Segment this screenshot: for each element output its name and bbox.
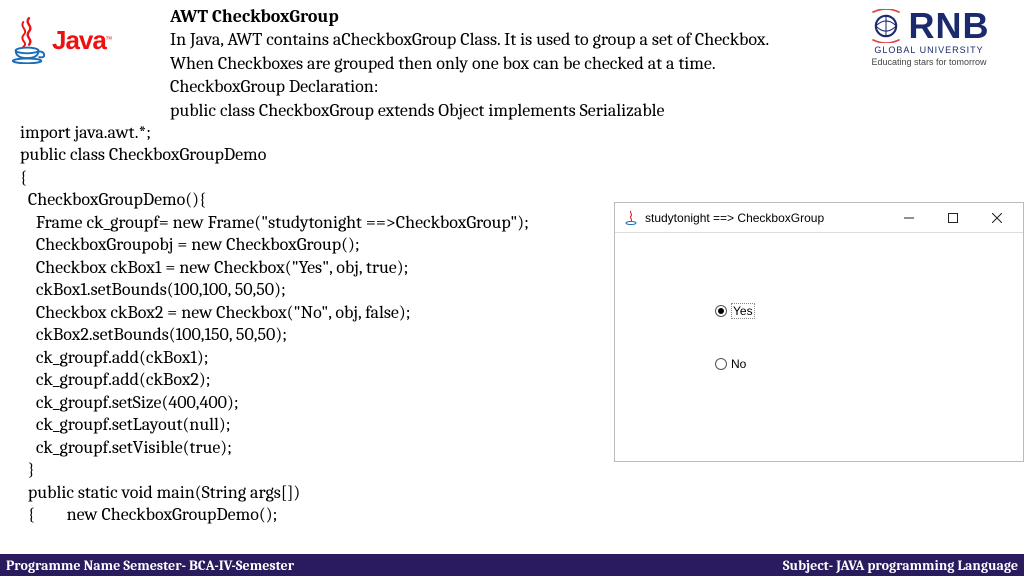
footer-right: Subject- JAVA programming Language [783,557,1018,574]
intro-line: CheckboxGroup Declaration: [170,75,834,98]
header-row: Java™ AWT CheckboxGroup In Java, AWT con… [0,0,1024,122]
radio-group: Yes No [615,233,1023,371]
rnb-name: RNB [909,5,990,47]
java-app-icon [623,210,639,226]
radio-label-no: No [731,357,746,371]
rnb-logo: RNB GLOBAL UNIVERSITY Educating stars fo… [844,5,1014,67]
footer-left: Programme Name Semester- BCA-IV-Semester [6,557,294,574]
intro-line: In Java, AWT contains aCheckboxGroup Cla… [170,28,834,51]
java-logo: Java™ [10,10,115,70]
close-icon [992,213,1002,223]
maximize-button[interactable] [931,204,975,232]
java-cup-icon [10,16,48,64]
demo-window: studytonight ==> CheckboxGroup Yes No [614,202,1024,462]
radio-label-yes: Yes [731,303,755,319]
window-title: studytonight ==> CheckboxGroup [645,211,887,225]
minimize-icon [904,213,914,223]
radio-button-icon [715,305,727,317]
intro-title: AWT CheckboxGroup [170,5,834,28]
rnb-globe-icon [869,9,903,43]
maximize-icon [948,213,958,223]
radio-button-icon [715,358,727,370]
titlebar: studytonight ==> CheckboxGroup [615,203,1023,233]
intro-line: When Checkboxes are grouped then only on… [170,52,834,75]
close-button[interactable] [975,204,1019,232]
intro-text: AWT CheckboxGroup In Java, AWT contains … [160,5,844,122]
footer-bar: Programme Name Semester- BCA-IV-Semester… [0,554,1024,576]
minimize-button[interactable] [887,204,931,232]
radio-no[interactable]: No [715,357,1023,371]
java-wordmark: Java™ [52,25,112,56]
intro-line: public class CheckboxGroup extends Objec… [170,99,834,122]
radio-yes[interactable]: Yes [715,303,1023,319]
rnb-tagline: Educating stars for tomorrow [844,57,1014,67]
